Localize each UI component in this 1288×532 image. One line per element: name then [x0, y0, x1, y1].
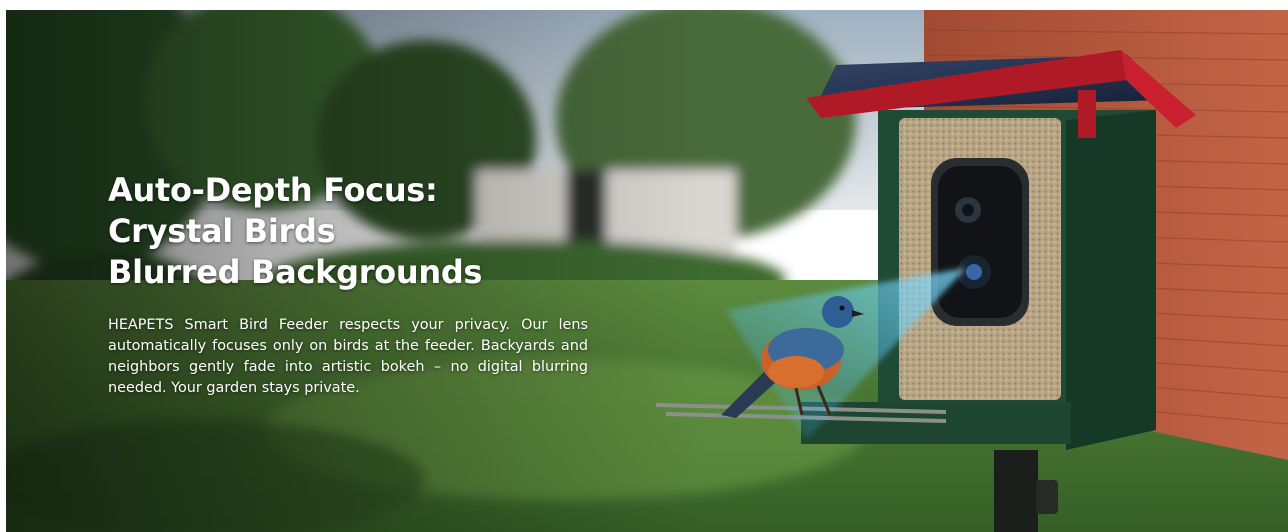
headline-line-3: Blurred Backgrounds: [108, 253, 483, 291]
feature-description: HEAPETS Smart Bird Feeder respects your …: [108, 317, 588, 396]
feature-copy: Auto-Depth Focus: Crystal Birds Blurred …: [108, 170, 588, 399]
headline: Auto-Depth Focus: Crystal Birds Blurred …: [108, 170, 588, 293]
hero-banner: Auto-Depth Focus: Crystal Birds Blurred …: [6, 10, 1288, 532]
headline-line-1: Auto-Depth Focus:: [108, 171, 438, 209]
headline-line-2: Crystal Birds: [108, 212, 336, 250]
